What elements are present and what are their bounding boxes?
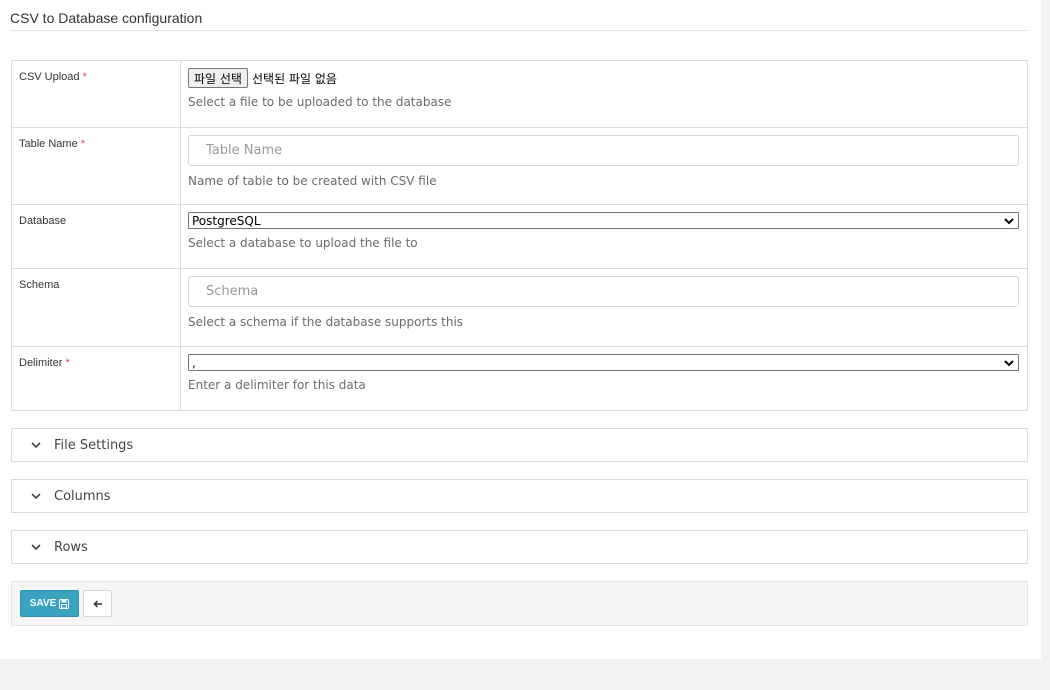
form-row-schema: Schema Select a schema if the database s…	[11, 268, 1028, 347]
table-name-label-cell: Table Name *	[11, 127, 181, 205]
form-actions-bar: SAVE	[11, 581, 1028, 626]
back-button[interactable]	[83, 590, 112, 617]
database-select[interactable]: PostgreSQL	[188, 212, 1019, 229]
table-name-input[interactable]	[188, 135, 1019, 166]
main-panel: CSV to Database configuration CSV Upload…	[0, 0, 1041, 659]
schema-input[interactable]	[188, 276, 1019, 307]
table-name-label: Table Name	[19, 138, 78, 150]
delimiter-select-value: ,	[192, 355, 196, 370]
form-row-csv-upload: CSV Upload * 파일 선택 선택된 파일 없음 Select a fi…	[11, 60, 1028, 128]
title-divider	[10, 30, 1028, 31]
section-file-settings[interactable]: File Settings	[11, 428, 1028, 462]
database-label-cell: Database	[11, 204, 181, 269]
csv-config-form: CSV Upload * 파일 선택 선택된 파일 없음 Select a fi…	[11, 60, 1028, 411]
table-name-help: Name of table to be created with CSV fil…	[188, 174, 437, 188]
csv-upload-label-cell: CSV Upload *	[11, 60, 181, 128]
file-status-text: 선택된 파일 없음	[251, 71, 337, 86]
database-help: Select a database to upload the file to	[188, 236, 418, 250]
section-rows[interactable]: Rows	[11, 530, 1028, 564]
required-mark: *	[82, 71, 87, 83]
chevron-down-icon	[31, 493, 41, 500]
schema-label-cell: Schema	[11, 268, 181, 347]
file-picker: 파일 선택 선택된 파일 없음	[188, 68, 1019, 88]
schema-label: Schema	[19, 279, 60, 291]
form-row-database: Database PostgreSQL Select a database to…	[11, 204, 1028, 269]
schema-help: Select a schema if the database supports…	[188, 315, 464, 329]
csv-upload-label: CSV Upload	[19, 71, 80, 83]
table-name-field-cell: Name of table to be created with CSV fil…	[180, 127, 1028, 205]
save-button[interactable]: SAVE	[20, 590, 79, 617]
delimiter-field-cell: , Enter a delimiter for this data	[180, 346, 1028, 411]
chevron-down-icon	[1004, 359, 1014, 366]
delimiter-label: Delimiter	[19, 357, 63, 369]
chevron-down-icon	[31, 544, 41, 551]
database-select-value: PostgreSQL	[192, 213, 261, 228]
arrow-left-icon	[92, 599, 102, 608]
required-mark: *	[65, 357, 70, 369]
save-button-label: SAVE	[29, 598, 57, 609]
delimiter-label-cell: Delimiter *	[11, 346, 181, 411]
database-field-cell: PostgreSQL Select a database to upload t…	[180, 204, 1028, 269]
csv-upload-help: Select a file to be uploaded to the data…	[188, 95, 452, 109]
section-columns[interactable]: Columns	[11, 479, 1028, 513]
csv-upload-field-cell: 파일 선택 선택된 파일 없음 Select a file to be uplo…	[180, 60, 1028, 128]
section-file-settings-label: File Settings	[54, 437, 134, 453]
form-row-delimiter: Delimiter * , Enter a delimiter for this…	[11, 346, 1028, 411]
required-mark: *	[80, 138, 86, 150]
delimiter-select[interactable]: ,	[188, 354, 1019, 371]
delimiter-help: Enter a delimiter for this data	[188, 378, 366, 392]
form-row-table-name: Table Name * Name of table to be created…	[11, 127, 1028, 205]
floppy-disk-icon	[59, 598, 70, 609]
database-label: Database	[19, 215, 67, 227]
choose-file-button[interactable]: 파일 선택	[188, 68, 248, 88]
schema-field-cell: Select a schema if the database supports…	[180, 268, 1028, 347]
page-title: CSV to Database configuration	[10, 10, 203, 26]
section-columns-label: Columns	[54, 488, 111, 504]
chevron-down-icon	[31, 442, 41, 449]
chevron-down-icon	[1004, 217, 1014, 224]
section-rows-label: Rows	[54, 539, 88, 555]
